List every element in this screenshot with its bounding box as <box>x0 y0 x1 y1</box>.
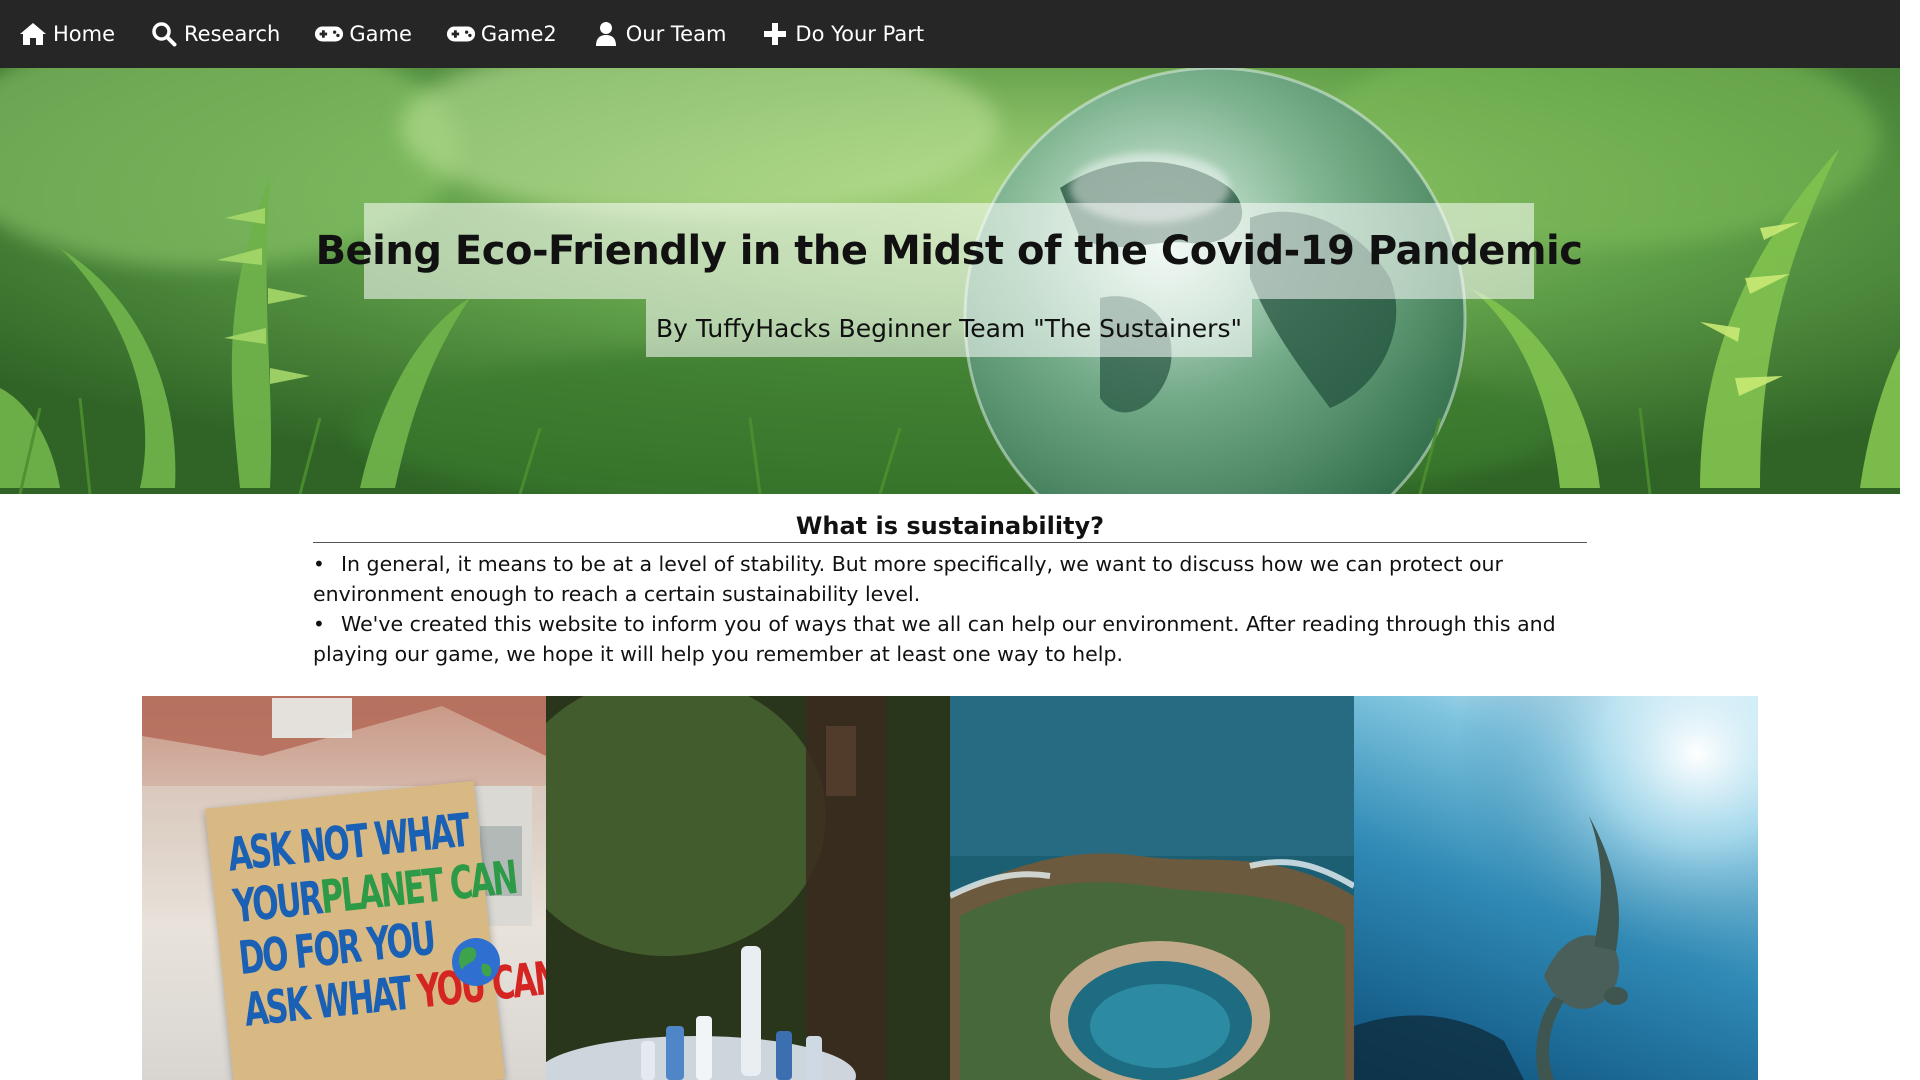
nav-item-our-team[interactable]: Our Team <box>591 20 727 48</box>
plus-icon <box>760 20 790 48</box>
bullet-text: We've created this website to inform you… <box>313 612 1556 666</box>
hero-subtitle-box: By TuffyHacks Beginner Team "The Sustain… <box>646 299 1252 357</box>
section-heading: What is sustainability? <box>313 512 1587 543</box>
image-gallery: ASK NOT WHAT YOURPLANET CAN DO FOR YOU A… <box>142 696 1758 1080</box>
nav-item-home[interactable]: Home <box>18 20 115 48</box>
bullet-text: In general, it means to be at a level of… <box>313 552 1503 606</box>
nav-label-game2: Game2 <box>480 22 557 46</box>
top-navbar: Home Research Game Game2 Our Team Do You… <box>0 0 1900 68</box>
hero-title-box: Being Eco-Friendly in the Midst of the C… <box>316 203 1583 299</box>
intro-bullet-list: • In general, it means to be at a level o… <box>313 549 1587 669</box>
bullet-dot-icon: • <box>313 612 325 636</box>
page: Home Research Game Game2 Our Team Do You… <box>0 0 1900 1080</box>
list-item: • In general, it means to be at a level o… <box>313 549 1587 609</box>
nav-label-game: Game <box>349 22 412 46</box>
nav-label-home: Home <box>53 22 116 46</box>
nav-label-our-team: Our Team <box>625 22 727 46</box>
protest-sign: ASK NOT WHAT YOURPLANET CAN DO FOR YOU A… <box>205 780 546 1080</box>
nav-item-do-your-part[interactable]: Do Your Part <box>760 20 924 48</box>
bullet-dot-icon: • <box>313 552 325 576</box>
nav-item-game2[interactable]: Game2 <box>446 20 557 48</box>
hero-title: Being Eco-Friendly in the Midst of the C… <box>315 228 1583 274</box>
gallery-image-sea-turtle <box>1354 696 1758 1080</box>
gamepad-icon <box>314 20 344 48</box>
gallery-image-plastic-bottles <box>546 696 950 1080</box>
nav-item-game[interactable]: Game <box>314 20 412 48</box>
list-item: • We've created this website to inform yo… <box>313 609 1587 669</box>
intro-section: What is sustainability? • In general, it … <box>313 512 1587 669</box>
gallery-image-aerial-coast <box>950 696 1354 1080</box>
user-icon <box>591 20 621 48</box>
home-icon <box>18 20 48 48</box>
nav-item-research[interactable]: Research <box>149 20 280 48</box>
nav-label-research: Research <box>184 22 281 46</box>
earth-icon <box>452 938 500 986</box>
gallery-image-protest-sign: ASK NOT WHAT YOURPLANET CAN DO FOR YOU A… <box>142 696 546 1080</box>
gamepad-icon <box>446 20 476 48</box>
search-icon <box>149 20 179 48</box>
hero-banner: Being Eco-Friendly in the Midst of the C… <box>0 68 1900 494</box>
hero-subtitle: By TuffyHacks Beginner Team "The Sustain… <box>656 313 1242 343</box>
nav-label-do-your-part: Do Your Part <box>795 22 925 46</box>
